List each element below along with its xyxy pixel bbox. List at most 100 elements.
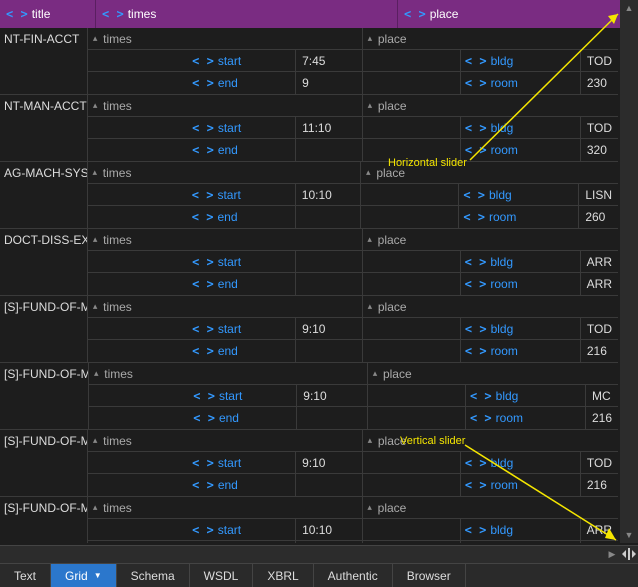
end-value[interactable] [296,139,362,161]
place-subheader[interactable]: ▴place [363,497,618,519]
collapse-icon[interactable]: ▴ [90,503,100,513]
start-value[interactable]: 11:10 [296,117,362,138]
room-key[interactable]: < >room [461,139,581,161]
cell-title[interactable]: [S]-FUND-OF-MICR [0,363,89,429]
bldg-key[interactable]: < >bldg [459,184,579,205]
collapse-icon[interactable]: ▴ [90,34,100,44]
start-key[interactable]: < >start [188,318,296,339]
start-key[interactable]: < >start [188,117,296,138]
room-key[interactable]: < >room [466,407,586,429]
collapse-icon[interactable]: ▴ [90,436,100,446]
start-value[interactable]: 10:10 [296,519,362,540]
tab-grid[interactable]: Grid▼ [51,564,117,587]
end-value[interactable] [296,474,362,496]
collapse-icon[interactable]: ▴ [91,369,101,379]
end-value[interactable] [296,206,361,228]
horizontal-scrollbar[interactable]: ▶ [0,545,638,563]
tab-xbrl[interactable]: XBRL [253,564,313,587]
bldg-key[interactable]: < >bldg [461,117,581,138]
place-subheader[interactable]: ▴place [363,229,618,251]
tab-schema[interactable]: Schema [117,564,190,587]
tab-authentic[interactable]: Authentic [314,564,393,587]
end-key[interactable]: < >end [188,474,296,496]
collapse-icon[interactable]: ▴ [365,302,375,312]
bldg-value[interactable]: TOD [581,50,618,71]
room-key[interactable]: < >room [461,273,581,295]
start-value[interactable]: 9:10 [296,452,362,473]
room-value[interactable]: 230 [581,72,618,94]
end-value[interactable] [297,407,367,429]
bldg-value[interactable]: ARR [581,251,618,272]
collapse-icon[interactable]: ▴ [90,235,100,245]
times-subheader[interactable]: ▴times [88,296,362,318]
place-subheader[interactable]: ▴place [363,28,618,50]
room-value[interactable]: 276 [581,541,618,543]
times-subheader[interactable]: ▴times [88,28,362,50]
end-key[interactable]: < >end [188,206,296,228]
bldg-value[interactable]: TOD [581,452,618,473]
end-value[interactable] [296,340,362,362]
start-key[interactable]: < >start [189,385,297,406]
cell-title[interactable]: NT-FIN-ACCT [0,28,88,94]
cell-title[interactable]: [S]-FUND-OF-MICR [0,296,88,362]
room-key[interactable]: < >room [461,340,581,362]
bldg-value[interactable]: TOD [581,117,618,138]
cell-title[interactable]: [S]-FUND-OF-MICR [0,497,88,543]
place-subheader[interactable]: ▴place [368,363,618,385]
start-value[interactable]: 10:10 [296,184,361,205]
tab-browser[interactable]: Browser [393,564,466,587]
room-value[interactable]: 216 [581,340,618,362]
end-key[interactable]: < >end [188,273,296,295]
place-subheader[interactable]: ▴place [363,430,618,452]
end-key[interactable]: < >end [188,340,296,362]
tab-text[interactable]: Text [0,564,51,587]
room-value[interactable]: ARR [581,273,618,295]
collapse-icon[interactable]: ▴ [365,436,375,446]
collapse-icon[interactable]: ▴ [365,34,375,44]
end-value[interactable] [296,273,362,295]
start-value[interactable] [296,251,362,272]
bldg-value[interactable]: ARR [581,519,618,540]
cell-title[interactable]: AG-MACH-SYST [0,162,88,228]
collapse-icon[interactable]: ▴ [365,235,375,245]
tab-wsdl[interactable]: WSDL [190,564,254,587]
times-subheader[interactable]: ▴times [88,162,361,184]
vertical-scrollbar[interactable]: ▲ ▼ [620,0,638,543]
column-header-title[interactable]: < > title [0,0,96,28]
bldg-key[interactable]: < >bldg [461,50,581,71]
bldg-key[interactable]: < >bldg [461,318,581,339]
collapse-icon[interactable]: ▴ [90,302,100,312]
place-subheader[interactable]: ▴place [363,296,618,318]
column-header-place[interactable]: < > place [398,0,638,28]
end-key[interactable]: < >end [189,407,297,429]
collapse-icon[interactable]: ▴ [90,168,100,178]
bldg-value[interactable]: MC [586,385,618,406]
collapse-icon[interactable]: ▴ [370,369,380,379]
end-key[interactable]: < >end [188,72,296,94]
times-subheader[interactable]: ▴times [88,95,362,117]
start-key[interactable]: < >start [188,184,296,205]
end-key[interactable]: < >end [188,139,296,161]
room-key[interactable]: < >room [459,206,579,228]
bldg-key[interactable]: < >bldg [461,452,581,473]
place-subheader[interactable]: ▴place [363,95,618,117]
bldg-value[interactable]: TOD [581,318,618,339]
room-value[interactable]: 260 [579,206,618,228]
room-key[interactable]: < >room [461,72,581,94]
vertical-splitter-handle[interactable] [620,545,638,563]
end-value[interactable] [296,541,362,543]
cell-title[interactable]: DOCT-DISS-EX [0,229,88,295]
start-value[interactable]: 9:10 [296,318,362,339]
scroll-up-icon[interactable]: ▲ [620,0,638,16]
cell-title[interactable]: NT-MAN-ACCT [0,95,88,161]
scroll-down-icon[interactable]: ▼ [620,527,638,543]
end-value[interactable]: 9 [296,72,362,94]
bldg-value[interactable]: LISN [579,184,618,205]
place-subheader[interactable]: ▴place [361,162,618,184]
cell-title[interactable]: [S]-FUND-OF-MICR [0,430,88,496]
start-key[interactable]: < >start [188,50,296,71]
times-subheader[interactable]: ▴times [88,229,362,251]
bldg-key[interactable]: < >bldg [461,251,581,272]
bldg-key[interactable]: < >bldg [461,519,581,540]
collapse-icon[interactable]: ▴ [363,168,373,178]
